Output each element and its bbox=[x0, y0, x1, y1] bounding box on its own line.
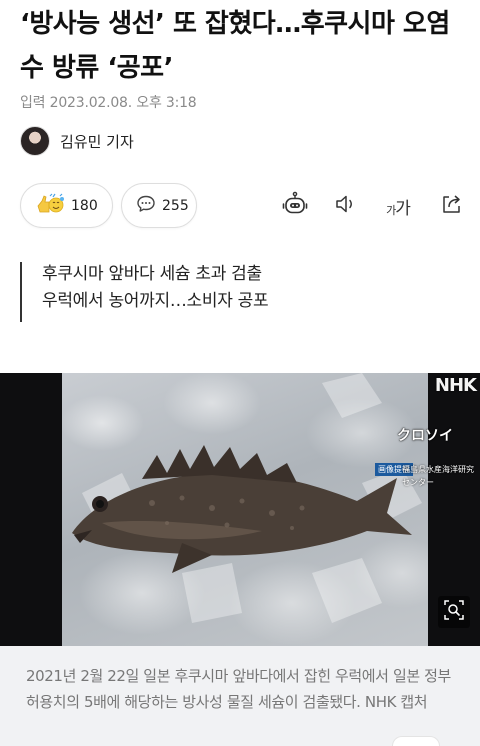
article-headline: ‘방사능 생선’ 또 잡혔다…후쿠시마 오염수 방류 ‘공포’ bbox=[20, 9, 450, 83]
font-size-icon: 가가 bbox=[386, 194, 411, 219]
share-button[interactable] bbox=[438, 192, 466, 220]
author-name: 김유민 기자 bbox=[60, 132, 134, 151]
summary-line: 후쿠시마 앞바다 세슘 초과 검출 bbox=[42, 264, 262, 284]
emoji-reaction-icon bbox=[35, 192, 65, 220]
zoom-button[interactable] bbox=[438, 596, 470, 628]
photo-caption-box: 2021년 2월 22일 일본 후쿠시마 앞바다에서 잡힌 우럭에서 일본 정부… bbox=[0, 646, 480, 746]
text-to-speech-button[interactable] bbox=[332, 192, 360, 220]
comment-icon bbox=[136, 194, 156, 218]
photo-caption: 2021년 2월 22일 일본 후쿠시마 앞바다에서 잡힌 우럭에서 일본 정부… bbox=[26, 667, 451, 711]
comment-button[interactable]: 255 bbox=[121, 183, 197, 228]
image-credit-text: 福島県水産海洋研究センター bbox=[402, 465, 474, 487]
summary-line: 우럭에서 농어까지…소비자 공포 bbox=[42, 291, 269, 311]
like-count: 180 bbox=[71, 197, 98, 214]
article-photo[interactable]: NHK クロソイ 画像提供 福島県水産海洋研究センター bbox=[0, 373, 480, 646]
comment-count: 255 bbox=[162, 197, 189, 214]
font-size-button[interactable]: 가가 bbox=[384, 192, 412, 220]
rockfish-illustration bbox=[72, 373, 422, 623]
article-summary: 후쿠시마 앞바다 세슘 초과 검출 우럭에서 농어까지…소비자 공포 bbox=[20, 262, 460, 322]
author-avatar bbox=[20, 126, 50, 156]
font-size-large-label: 가 bbox=[395, 198, 411, 219]
font-size-small-label: 가 bbox=[386, 203, 396, 217]
scroll-top-button[interactable] bbox=[392, 736, 440, 746]
publish-time: 입력 2023.02.08. 오후 3:18 bbox=[20, 95, 197, 111]
fish-name-overlay: クロソイ bbox=[397, 428, 453, 444]
text-to-speech-icon bbox=[333, 191, 359, 221]
author-byline[interactable]: 김유민 기자 bbox=[20, 124, 134, 158]
reaction-button[interactable]: 180 bbox=[20, 183, 113, 228]
summary-bot-button[interactable] bbox=[281, 190, 309, 222]
zoom-icon bbox=[443, 599, 465, 625]
share-icon bbox=[440, 192, 464, 220]
summary-bot-icon bbox=[281, 190, 309, 222]
broadcaster-logo: NHK bbox=[434, 375, 477, 396]
fish-on-ice-image bbox=[62, 373, 428, 646]
